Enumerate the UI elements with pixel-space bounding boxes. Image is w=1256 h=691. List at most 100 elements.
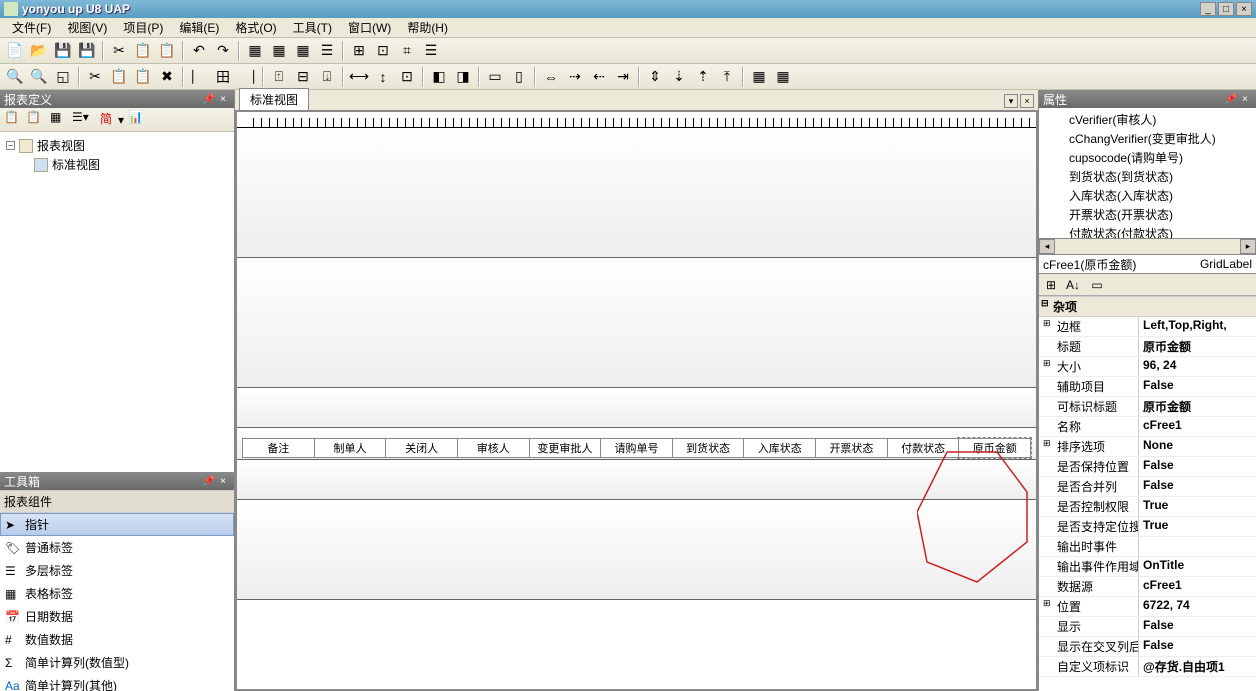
undo-button[interactable]: ↶ bbox=[188, 40, 210, 62]
maximize-button[interactable]: □ bbox=[1218, 2, 1234, 16]
tb-btn-8[interactable]: ☰ bbox=[420, 40, 442, 62]
saveall-button[interactable]: 💾 bbox=[76, 40, 98, 62]
report-band-5[interactable] bbox=[237, 500, 1036, 600]
list-item[interactable]: 入库状态(入库状态) bbox=[1041, 186, 1254, 205]
toolbox-item-pointer[interactable]: ➤指针 bbox=[0, 513, 234, 536]
property-value[interactable]: 6722, 74 bbox=[1139, 597, 1256, 616]
vspace-inc-button[interactable]: ⇣ bbox=[668, 66, 690, 88]
toolbox-item-label[interactable]: 🏷普通标签 bbox=[0, 536, 234, 559]
report-band-4[interactable] bbox=[237, 460, 1036, 500]
col-changeverifier[interactable]: 变更审批人 bbox=[529, 438, 601, 458]
save-button[interactable]: 💾 bbox=[52, 40, 74, 62]
object-selector[interactable]: cFree1(原币金额) GridLabel bbox=[1039, 254, 1256, 274]
property-row[interactable]: 是否支持定位搜索True bbox=[1039, 517, 1256, 537]
col-invoice[interactable]: 开票状态 bbox=[815, 438, 887, 458]
toolbox-item-calc-other[interactable]: Aa简单计算列(其他) bbox=[0, 674, 234, 691]
property-row[interactable]: 显示False bbox=[1039, 617, 1256, 637]
menu-file[interactable]: 文件(F) bbox=[4, 17, 59, 38]
same-size-button[interactable]: ⊡ bbox=[396, 66, 418, 88]
property-row[interactable]: 标题原币金额 bbox=[1039, 337, 1256, 357]
send-back-button[interactable]: ◨ bbox=[452, 66, 474, 88]
report-band-1[interactable] bbox=[237, 128, 1036, 258]
toolbox-item-number[interactable]: #数值数据 bbox=[0, 628, 234, 651]
property-value[interactable]: OnTitle bbox=[1139, 557, 1256, 576]
paste2-button[interactable]: 📋 bbox=[132, 66, 154, 88]
property-value[interactable]: True bbox=[1139, 517, 1256, 536]
toolbox-item-tablelabel[interactable]: ▦表格标签 bbox=[0, 582, 234, 605]
tb-btn-4[interactable]: ☰ bbox=[316, 40, 338, 62]
close-panel-icon[interactable]: × bbox=[216, 92, 230, 106]
col-remark[interactable]: 备注 bbox=[242, 438, 314, 458]
mtb-btn-2[interactable]: 📋 bbox=[26, 110, 46, 130]
copy-button[interactable]: 📋 bbox=[132, 40, 154, 62]
property-value[interactable]: Left,Top,Right, bbox=[1139, 317, 1256, 336]
menu-view[interactable]: 视图(V) bbox=[59, 17, 115, 38]
pin-icon[interactable]: 📌 bbox=[1224, 92, 1238, 106]
pin-icon[interactable]: 📌 bbox=[202, 474, 216, 488]
tb-btn-3[interactable]: ▦ bbox=[292, 40, 314, 62]
property-value[interactable]: None bbox=[1139, 437, 1256, 456]
hspace-rem-button[interactable]: ⇥ bbox=[612, 66, 634, 88]
property-value[interactable]: False bbox=[1139, 617, 1256, 636]
col-arrive[interactable]: 到货状态 bbox=[672, 438, 744, 458]
tb-btn-1[interactable]: ▦ bbox=[244, 40, 266, 62]
col-verifier[interactable]: 审核人 bbox=[457, 438, 529, 458]
scroll-right-icon[interactable]: ▸ bbox=[1240, 239, 1256, 254]
toolbox-item-calc-num[interactable]: Σ简单计算列(数值型) bbox=[0, 651, 234, 674]
col-closer[interactable]: 关闭人 bbox=[385, 438, 457, 458]
open-button[interactable]: 📂 bbox=[28, 40, 50, 62]
toolbox-item-multilabel[interactable]: ☰多层标签 bbox=[0, 559, 234, 582]
property-row[interactable]: 显示在交叉列后面False bbox=[1039, 637, 1256, 657]
grid-button[interactable]: ▦ bbox=[748, 66, 770, 88]
tb-btn-2[interactable]: ▦ bbox=[268, 40, 290, 62]
property-row[interactable]: 自定义项标识@存货.自由项1 bbox=[1039, 657, 1256, 677]
tree-root[interactable]: − 报表视图 bbox=[4, 136, 230, 155]
list-item[interactable]: 到货状态(到货状态) bbox=[1041, 167, 1254, 186]
mtb-dropdown[interactable]: 简 bbox=[96, 110, 116, 130]
close-panel-icon[interactable]: × bbox=[1238, 92, 1252, 106]
group-button[interactable]: ▭ bbox=[484, 66, 506, 88]
menu-window[interactable]: 窗口(W) bbox=[340, 17, 399, 38]
zoom-fit-button[interactable]: ◱ bbox=[52, 66, 74, 88]
property-row[interactable]: 排序选项None bbox=[1039, 437, 1256, 457]
align-bottom-button[interactable]: ⍗ bbox=[316, 66, 338, 88]
property-row[interactable]: 是否控制权限True bbox=[1039, 497, 1256, 517]
tab-close-icon[interactable]: × bbox=[1020, 94, 1034, 108]
vspace-dec-button[interactable]: ⇡ bbox=[692, 66, 714, 88]
property-value[interactable]: 原币金额 bbox=[1139, 397, 1256, 416]
property-value[interactable]: False bbox=[1139, 457, 1256, 476]
tab-standard-view[interactable]: 标准视图 bbox=[239, 88, 309, 110]
property-row[interactable]: 辅助项目False bbox=[1039, 377, 1256, 397]
alphabetical-icon[interactable]: A↓ bbox=[1063, 276, 1083, 294]
tab-dropdown-icon[interactable]: ▾ bbox=[1004, 94, 1018, 108]
property-row[interactable]: 位置6722, 74 bbox=[1039, 597, 1256, 617]
mtb-btn-1[interactable]: 📋 bbox=[4, 110, 24, 130]
toolbox-group[interactable]: 报表组件 bbox=[0, 490, 234, 513]
menu-tools[interactable]: 工具(T) bbox=[285, 17, 340, 38]
report-band-3[interactable] bbox=[237, 388, 1036, 428]
cut2-button[interactable]: ✂ bbox=[84, 66, 106, 88]
copy2-button[interactable]: 📋 bbox=[108, 66, 130, 88]
tb-btn-6[interactable]: ⊡ bbox=[372, 40, 394, 62]
cut-button[interactable]: ✂ bbox=[108, 40, 130, 62]
ungroup-button[interactable]: ▯ bbox=[508, 66, 530, 88]
menu-format[interactable]: 格式(O) bbox=[227, 17, 284, 38]
toolbox-item-date[interactable]: 📅日期数据 bbox=[0, 605, 234, 628]
tb-btn-7[interactable]: ⌗ bbox=[396, 40, 418, 62]
property-row[interactable]: 边框Left,Top,Right, bbox=[1039, 317, 1256, 337]
align-top-button[interactable]: ⍐ bbox=[268, 66, 290, 88]
property-row[interactable]: 是否保持位置False bbox=[1039, 457, 1256, 477]
snap-button[interactable]: ▦ bbox=[772, 66, 794, 88]
report-band-2[interactable] bbox=[237, 258, 1036, 388]
list-item[interactable]: cupsocode(请购单号) bbox=[1041, 148, 1254, 167]
align-middle-button[interactable]: ⊟ bbox=[292, 66, 314, 88]
property-row[interactable]: 可标识标题原币金额 bbox=[1039, 397, 1256, 417]
scroll-left-icon[interactable]: ◂ bbox=[1039, 239, 1055, 254]
property-grid[interactable]: 杂项 边框Left,Top,Right,标题原币金额大小96, 24辅助项目Fa… bbox=[1039, 296, 1256, 691]
bring-front-button[interactable]: ◧ bbox=[428, 66, 450, 88]
list-item[interactable]: 开票状态(开票状态) bbox=[1041, 205, 1254, 224]
same-height-button[interactable]: ↕ bbox=[372, 66, 394, 88]
hspace-eq-button[interactable]: ⇔ bbox=[540, 66, 562, 88]
property-row[interactable]: 数据源cFree1 bbox=[1039, 577, 1256, 597]
report-band-header[interactable]: 备注 制单人 关闭人 审核人 变更审批人 请购单号 到货状态 入库状态 开票状态… bbox=[237, 428, 1036, 460]
